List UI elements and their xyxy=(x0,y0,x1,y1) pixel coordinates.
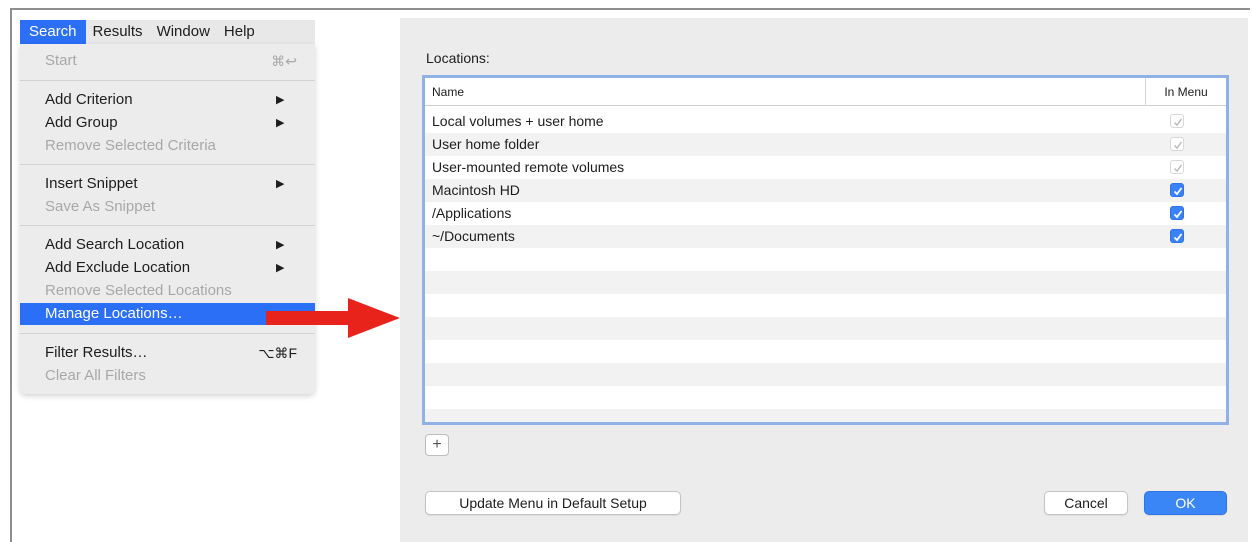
column-header-in-menu[interactable]: In Menu xyxy=(1145,78,1226,106)
menu-bar: Search Results Window Help xyxy=(20,20,315,44)
table-row[interactable]: User home folder xyxy=(425,133,1226,156)
menu-item-save-as-snippet: Save As Snippet xyxy=(20,196,315,218)
menu-item-add-group[interactable]: Add Group ▶ xyxy=(20,112,315,134)
in-menu-checkbox[interactable] xyxy=(1170,229,1184,243)
add-location-button[interactable]: + xyxy=(425,434,449,456)
menu-item-label: Add Exclude Location xyxy=(45,259,191,276)
menu-window[interactable]: Window xyxy=(150,20,217,44)
table-row-empty xyxy=(425,248,1226,271)
update-menu-default-setup-button[interactable]: Update Menu in Default Setup xyxy=(425,491,681,515)
menu-item-add-criterion[interactable]: Add Criterion ▶ xyxy=(20,89,315,111)
menu-item-label: Add Criterion xyxy=(45,91,133,108)
cancel-button[interactable]: Cancel xyxy=(1044,491,1128,515)
in-menu-checkbox xyxy=(1170,137,1184,151)
table-row[interactable]: /Applications xyxy=(425,202,1226,225)
ok-button[interactable]: OK xyxy=(1144,491,1227,515)
menu-item-label: Add Group xyxy=(45,114,118,131)
annotation-arrow-icon xyxy=(266,298,400,338)
menu-item-remove-selected-criteria: Remove Selected Criteria xyxy=(20,135,315,157)
menu-separator xyxy=(20,225,315,226)
location-name: ~/Documents xyxy=(432,228,515,244)
menu-item-label: Filter Results… xyxy=(45,344,148,361)
menu-item-clear-all-filters: Clear All Filters xyxy=(20,365,315,387)
menu-item-label: Manage Locations… xyxy=(45,305,183,322)
table-row-empty xyxy=(425,294,1226,317)
table-row-empty xyxy=(425,386,1226,409)
menu-item-start: Start ⌘↩ xyxy=(20,50,315,72)
in-menu-checkbox[interactable] xyxy=(1170,206,1184,220)
table-row[interactable]: User-mounted remote volumes xyxy=(425,156,1226,179)
table-row-empty xyxy=(425,409,1226,422)
locations-label: Locations: xyxy=(426,50,490,66)
submenu-arrow-icon: ▶ xyxy=(276,239,285,251)
locations-table[interactable]: Name In Menu Local volumes + user home U… xyxy=(422,75,1229,425)
table-row-empty xyxy=(425,317,1226,340)
in-menu-checkbox xyxy=(1170,114,1184,128)
menu-item-add-exclude-location[interactable]: Add Exclude Location ▶ xyxy=(20,257,315,279)
location-name: Local volumes + user home xyxy=(432,113,604,129)
menu-item-add-search-location[interactable]: Add Search Location ▶ xyxy=(20,234,315,256)
location-name: User home folder xyxy=(432,136,540,152)
table-row[interactable]: Local volumes + user home xyxy=(425,110,1226,133)
column-header-name[interactable]: Name xyxy=(432,78,464,106)
submenu-arrow-icon: ▶ xyxy=(276,178,285,190)
location-name: /Applications xyxy=(432,205,512,221)
menu-item-insert-snippet[interactable]: Insert Snippet ▶ xyxy=(20,173,315,195)
location-name: Macintosh HD xyxy=(432,182,520,198)
table-header: Name In Menu xyxy=(425,78,1226,106)
menu-item-label: Start xyxy=(45,52,77,69)
menu-item-label: Insert Snippet xyxy=(45,175,138,192)
menu-item-label: Remove Selected Criteria xyxy=(45,137,216,154)
submenu-arrow-icon: ▶ xyxy=(276,94,285,106)
submenu-arrow-icon: ▶ xyxy=(276,117,285,129)
table-row-empty xyxy=(425,271,1226,294)
table-body: Local volumes + user home User home fold… xyxy=(425,110,1226,422)
location-name: User-mounted remote volumes xyxy=(432,159,625,175)
menu-item-label: Remove Selected Locations xyxy=(45,282,232,299)
shortcut-label: ⌘↩ xyxy=(271,53,297,69)
table-row[interactable]: Macintosh HD xyxy=(425,179,1226,202)
menu-item-label: Clear All Filters xyxy=(45,367,146,384)
in-menu-checkbox[interactable] xyxy=(1170,183,1184,197)
submenu-arrow-icon: ▶ xyxy=(276,262,285,274)
menu-item-label: Save As Snippet xyxy=(45,198,156,215)
menu-results[interactable]: Results xyxy=(86,20,150,44)
menu-separator xyxy=(20,164,315,165)
table-row-empty xyxy=(425,363,1226,386)
menu-separator xyxy=(20,80,315,81)
menu-help[interactable]: Help xyxy=(217,20,262,44)
in-menu-checkbox xyxy=(1170,160,1184,174)
menu-item-label: Add Search Location xyxy=(45,236,185,253)
table-row[interactable]: ~/Documents xyxy=(425,225,1226,248)
menu-search[interactable]: Search xyxy=(20,20,86,44)
table-row-empty xyxy=(425,340,1226,363)
